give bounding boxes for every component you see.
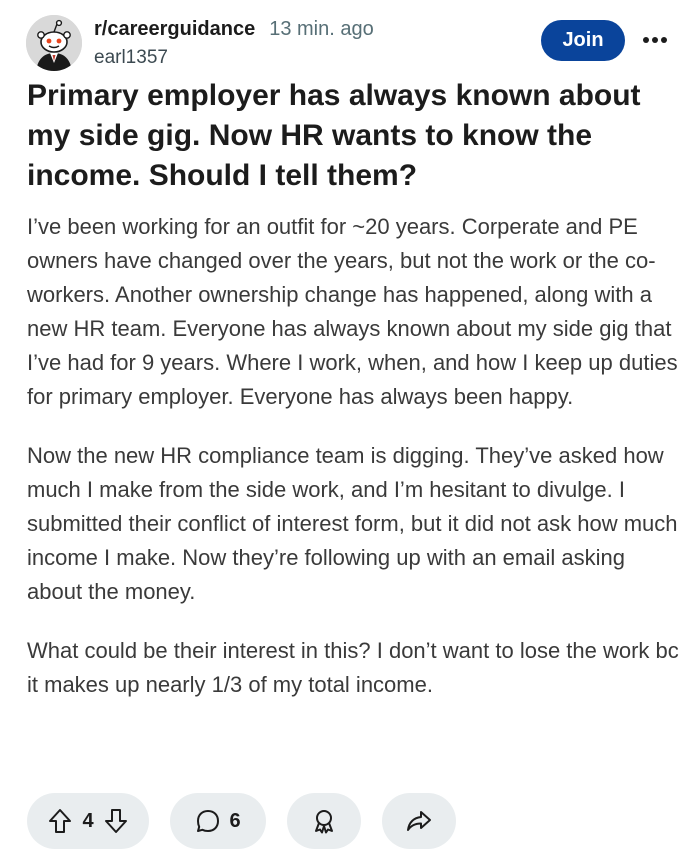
award-button[interactable] (287, 793, 361, 849)
award-icon (311, 808, 337, 834)
post-paragraph: Now the new HR compliance team is diggin… (27, 443, 678, 604)
post-meta: r/careerguidance 13 min. ago earl1357 (94, 16, 374, 72)
share-button[interactable] (382, 793, 456, 849)
meta-row: r/careerguidance 13 min. ago (94, 16, 374, 42)
comment-bubble-icon (195, 808, 221, 834)
share-arrow-icon (406, 809, 432, 833)
vote-count: 4 (82, 809, 94, 832)
post-body: I’ve been working for an outfit for ~20 … (27, 210, 682, 727)
subreddit-avatar-icon[interactable] (26, 15, 82, 71)
upvote-arrow-icon[interactable] (48, 808, 72, 834)
comment-count: 6 (229, 809, 241, 832)
join-button[interactable]: Join (541, 20, 625, 61)
post-paragraph: What could be their interest in this? I … (27, 638, 679, 697)
downvote-arrow-icon[interactable] (104, 808, 128, 834)
subreddit-name[interactable]: r/careerguidance (94, 18, 255, 40)
author-username[interactable]: earl1357 (94, 44, 374, 72)
post-title[interactable]: Primary employer has always known about … (27, 76, 677, 196)
more-options-icon[interactable] (641, 33, 669, 47)
post-paragraph: I’ve been working for an outfit for ~20 … (27, 214, 678, 409)
post-time: 13 min. ago (269, 18, 374, 40)
vote-control: 4 (27, 793, 149, 849)
post-header: r/careerguidance 13 min. ago earl1357 Joi… (0, 0, 700, 80)
post-actions-bar: 4 6 (0, 793, 700, 849)
comments-button[interactable]: 6 (170, 793, 266, 849)
